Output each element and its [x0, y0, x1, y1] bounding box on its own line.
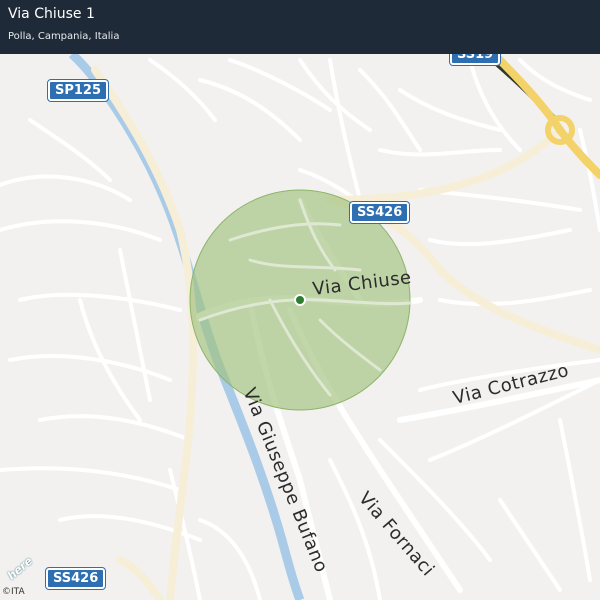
- copyright-text: ©ITA: [2, 587, 25, 597]
- road-shield-ss426-south: SS426: [44, 567, 107, 590]
- location-title: Via Chiuse 1: [8, 6, 95, 22]
- location-header: Via Chiuse 1 Polla, Campania, Italia: [0, 0, 600, 54]
- map-view[interactable]: Via Chiuse 1 Polla, Campania, Italia SS1…: [0, 0, 600, 600]
- location-subtitle: Polla, Campania, Italia: [8, 31, 120, 42]
- road-shield-ss426: SS426: [348, 201, 411, 224]
- road-shield-sp125: SP125: [46, 79, 110, 102]
